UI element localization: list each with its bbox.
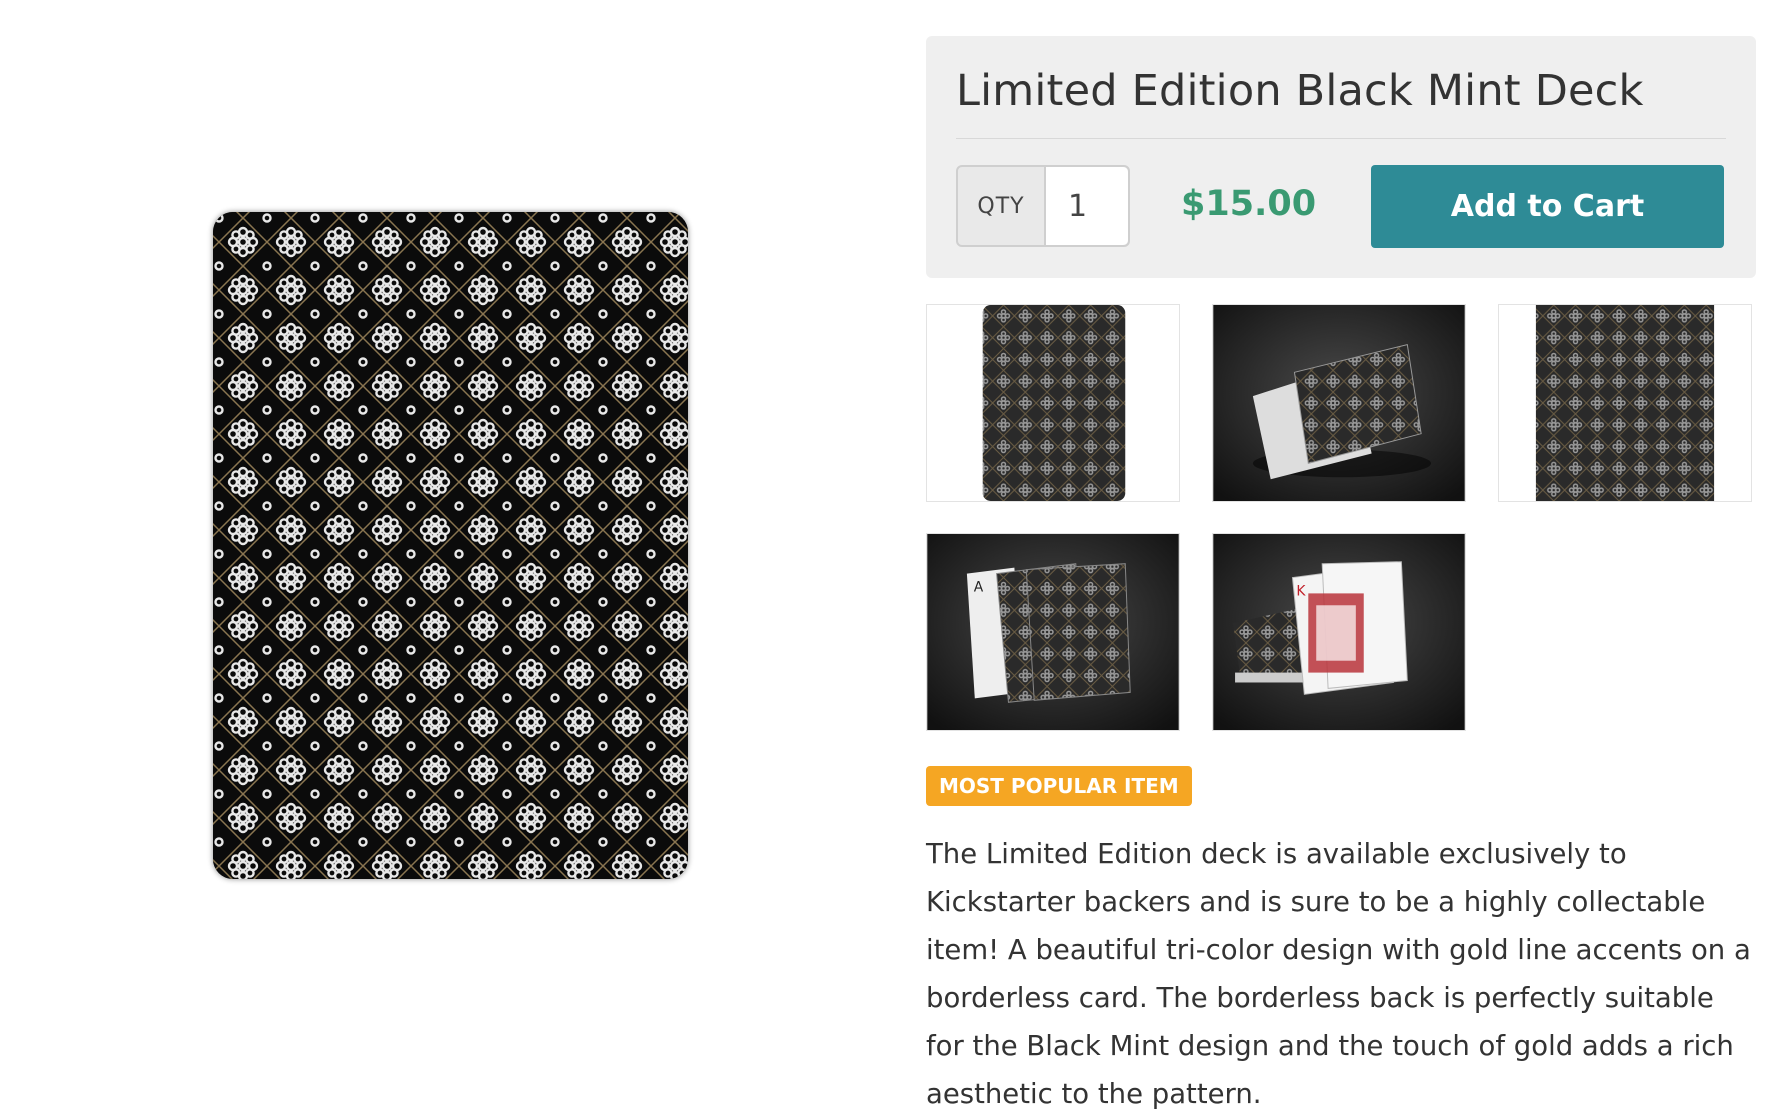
qty-label: QTY	[958, 167, 1046, 245]
product-price: $15.00	[1181, 184, 1317, 224]
product-title: Limited Edition Black Mint Deck	[956, 66, 1644, 116]
card-back-pattern-image	[213, 212, 688, 879]
main-product-image	[213, 212, 688, 879]
quantity-input[interactable]	[1046, 167, 1128, 245]
divider	[956, 138, 1726, 139]
svg-text:A: A	[974, 579, 984, 595]
card-back-thumbnail-image	[927, 305, 1179, 501]
thumbnail-card-back-flat[interactable]	[926, 304, 1180, 502]
thumbnail-fanned-cards-ace[interactable]: A	[926, 533, 1180, 731]
svg-text:K: K	[1296, 583, 1306, 599]
card-back-closeup-thumbnail-image	[1499, 305, 1751, 501]
product-info-panel: Limited Edition Black Mint Deck QTY $15.…	[926, 36, 1756, 278]
thumbnail-deck-with-face-cards[interactable]: K	[1212, 533, 1466, 731]
deck-face-cards-thumbnail-image: K	[1213, 534, 1465, 730]
deck-angled-thumbnail-image	[1213, 305, 1465, 501]
product-description: The Limited Edition deck is available ex…	[926, 838, 1751, 1110]
thumbnail-card-back-closeup[interactable]	[1498, 304, 1752, 502]
most-popular-badge: MOST POPULAR ITEM	[926, 766, 1192, 806]
add-to-cart-button[interactable]: Add to Cart	[1371, 165, 1724, 248]
thumbnail-deck-angled-dark[interactable]	[1212, 304, 1466, 502]
fanned-cards-thumbnail-image: A	[927, 534, 1179, 730]
quantity-control: QTY	[956, 165, 1130, 247]
